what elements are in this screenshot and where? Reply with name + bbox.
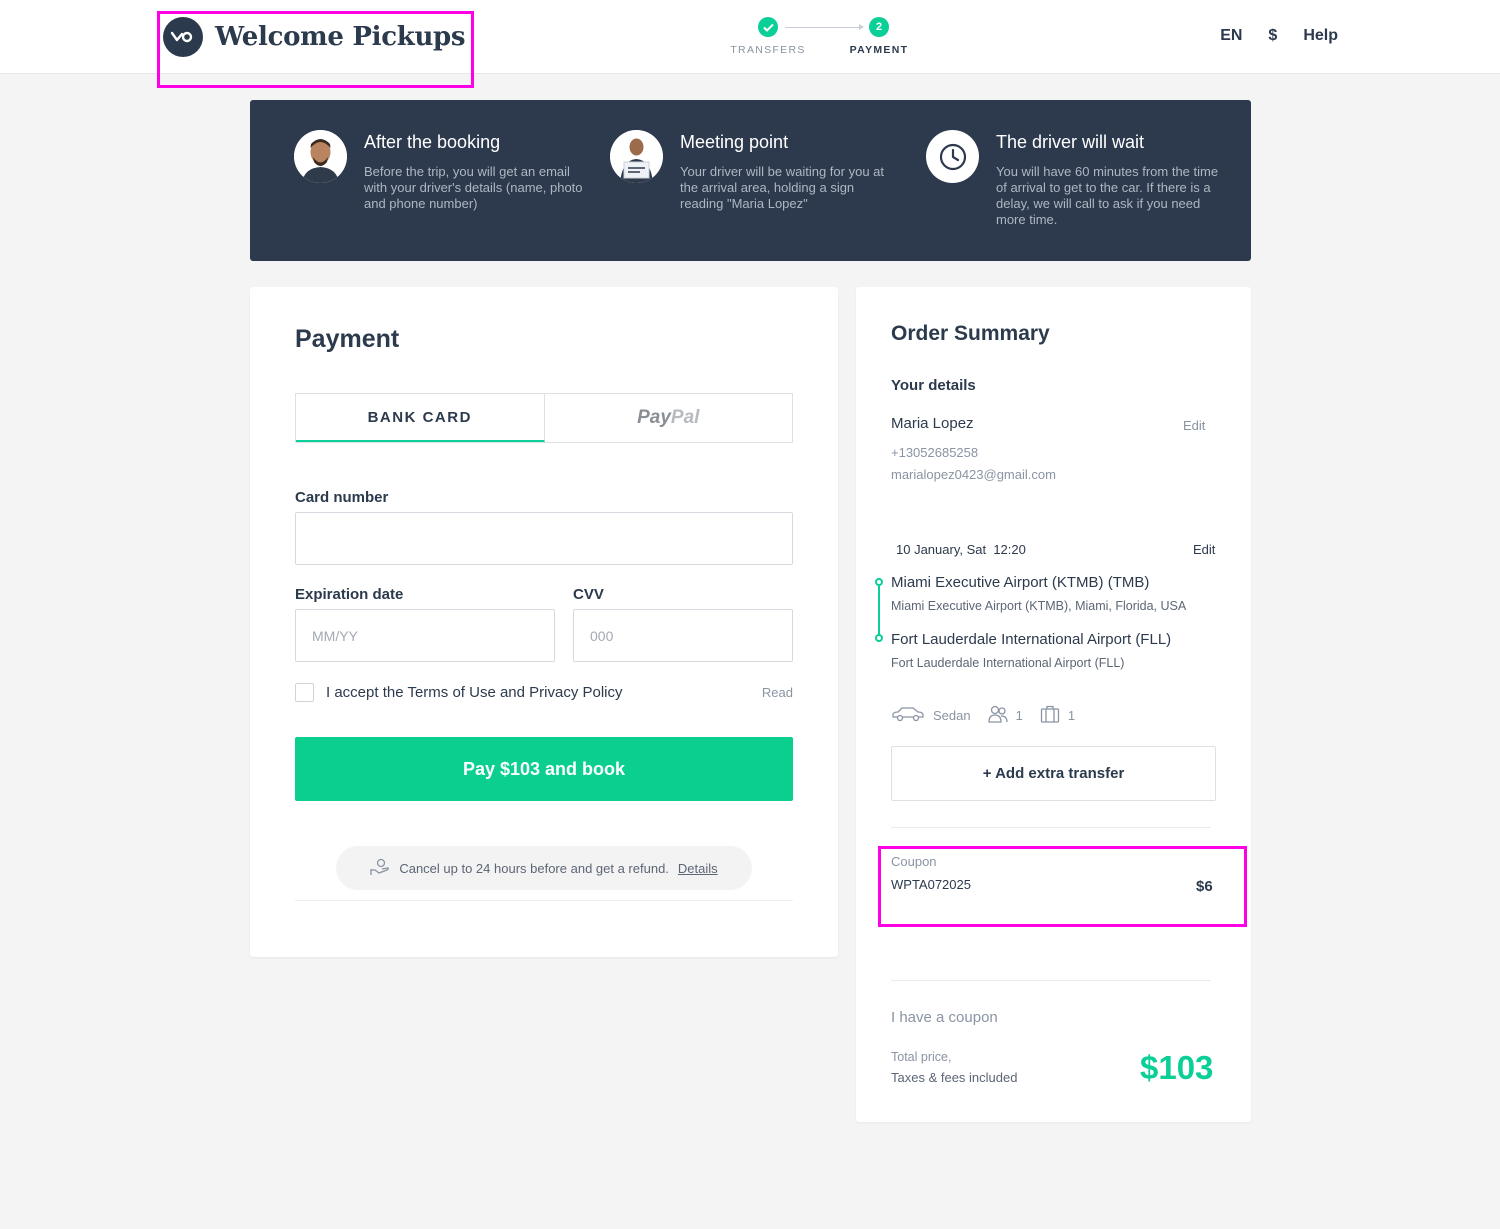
add-extra-transfer-button[interactable]: + Add extra transfer [891, 746, 1216, 801]
logo-mark-icon [163, 17, 203, 57]
dropoff-address: Fort Lauderdale International Airport (F… [891, 656, 1125, 670]
transfer-date: 10 January, Sat 12:20 [896, 542, 1026, 557]
refund-details-link[interactable]: Details [678, 861, 718, 876]
divider [891, 827, 1211, 828]
language-selector[interactable]: EN [1220, 27, 1242, 45]
total-price: $103 [1140, 1049, 1214, 1086]
pay-and-book-button[interactable]: Pay $103 and book [295, 737, 793, 801]
total-price-label: Total price, [891, 1050, 952, 1064]
have-coupon-link[interactable]: I have a coupon [891, 1009, 998, 1026]
card-number-label: Card number [295, 489, 389, 506]
car-icon [891, 706, 925, 725]
refund-hand-icon [370, 858, 390, 879]
tab-paypal[interactable]: Pay Pal [545, 394, 793, 442]
your-details-heading: Your details [891, 377, 976, 394]
feature-title: The driver will wait [996, 132, 1145, 152]
route-end-icon [875, 634, 883, 642]
step-label: PAYMENT [849, 44, 909, 56]
payment-title: Payment [295, 325, 400, 353]
step-number: 2 [869, 17, 889, 37]
edit-details-link[interactable]: Edit [1183, 418, 1205, 433]
luggage-count: 1 [1067, 708, 1076, 723]
top-header: Welcome Pickups TRANSFERS 2 PAYMENT EN $… [0, 0, 1500, 74]
check-icon [758, 17, 778, 37]
checkout-steps: TRANSFERS 2 PAYMENT [730, 17, 920, 65]
terms-checkbox[interactable] [295, 682, 314, 702]
coupon-amount: $6 [1196, 878, 1213, 895]
card-number-input[interactable] [295, 512, 793, 565]
payment-panel: Payment BANK CARD Pay Pal Card number Exp… [250, 287, 838, 957]
passengers-icon [987, 705, 1008, 726]
paypal-logo-pay: Pay [637, 407, 671, 428]
pickup-place: Miami Executive Airport (KTMB) (TMB) [891, 574, 1150, 591]
cvv-input[interactable] [573, 609, 793, 662]
header-actions: EN $ Help [1220, 27, 1338, 45]
step-label: TRANSFERS [730, 44, 806, 56]
help-link[interactable]: Help [1303, 27, 1338, 45]
feature-title: Meeting point [680, 132, 789, 152]
currency-selector[interactable]: $ [1268, 27, 1277, 45]
payment-method-tabs: BANK CARD Pay Pal [295, 393, 793, 443]
feature-text: You will have 60 minutes from the time o… [996, 164, 1219, 227]
expiration-input[interactable] [295, 609, 555, 662]
coupon-label: Coupon [891, 854, 937, 869]
vehicle-info: Sedan 1 1 [891, 705, 1075, 726]
feature-driver-wait: The driver will wait You will have 60 mi… [926, 130, 1226, 228]
customer-email: marialopez0423@gmail.com [891, 467, 1056, 482]
step-payment: 2 PAYMENT [844, 17, 914, 56]
refund-notice: Cancel up to 24 hours before and get a r… [336, 846, 752, 890]
terms-row: I accept the Terms of Use and Privacy Po… [295, 682, 793, 702]
info-banner: After the booking Before the trip, you w… [250, 100, 1251, 261]
vehicle-type: Sedan [933, 708, 971, 723]
taxes-included-note: Taxes & fees included [891, 1070, 1018, 1085]
divider [891, 980, 1211, 981]
tab-bank-card[interactable]: BANK CARD [296, 394, 545, 442]
pickup-address: Miami Executive Airport (KTMB), Miami, F… [891, 599, 1187, 613]
edit-transfer-link[interactable]: Edit [1193, 542, 1215, 557]
feature-text: Your driver will be waiting for you at t… [680, 164, 885, 211]
refund-text: Cancel up to 24 hours before and get a r… [399, 860, 669, 876]
clock-icon [926, 130, 979, 183]
dropoff-place: Fort Lauderdale International Airport (F… [891, 631, 1172, 648]
driver-avatar [294, 130, 347, 183]
driver-with-sign-avatar [610, 130, 663, 183]
customer-name: Maria Lopez [891, 415, 974, 432]
passenger-count: 1 [1015, 708, 1023, 723]
order-summary-title: Order Summary [891, 322, 1050, 345]
expiration-label: Expiration date [295, 586, 404, 603]
step-transfers[interactable]: TRANSFERS [730, 17, 806, 56]
feature-meeting-point: Meeting point Your driver will be waitin… [610, 130, 900, 212]
order-summary-panel: Order Summary Your details Maria Lopez E… [856, 287, 1251, 1122]
terms-text[interactable]: I accept the Terms of Use and Privacy Po… [326, 684, 623, 701]
route-line [878, 583, 880, 639]
brand-logo[interactable]: Welcome Pickups [163, 17, 466, 57]
terms-read-link[interactable]: Read [762, 685, 793, 700]
brand-name: Welcome Pickups [215, 22, 466, 52]
feature-title: After the booking [364, 132, 501, 152]
coupon-code: WPTA072025 [891, 877, 971, 892]
feature-text: Before the trip, you will get an email w… [364, 164, 583, 211]
feature-after-booking: After the booking Before the trip, you w… [294, 130, 584, 212]
luggage-icon [1040, 705, 1060, 726]
customer-phone: +13052685258 [891, 445, 979, 460]
divider [295, 900, 793, 901]
paypal-logo-pal: Pal [670, 407, 700, 428]
route-start-icon [875, 578, 883, 586]
cvv-label: CVV [573, 586, 604, 603]
